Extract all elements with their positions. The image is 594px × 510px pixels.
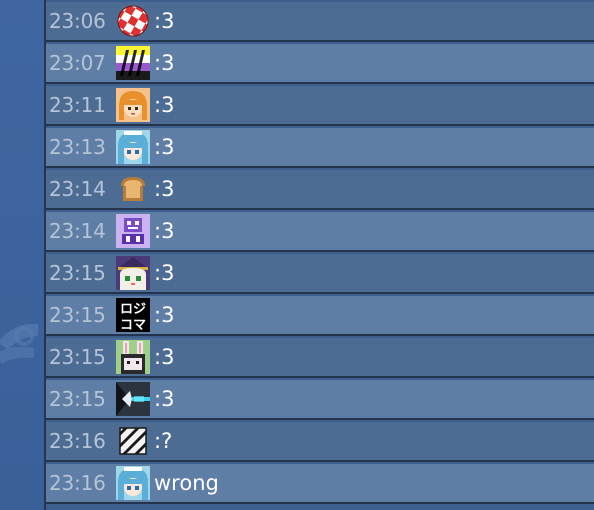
message-timestamp: 23:11 bbox=[49, 93, 106, 117]
chat-message: 23:13 :3 bbox=[46, 128, 594, 168]
chat-message: 23:15 :3 bbox=[46, 338, 594, 378]
bunny-avatar-icon[interactable] bbox=[116, 340, 150, 374]
chat-message: 23:15 :3 bbox=[46, 380, 594, 420]
message-timestamp: 23:15 bbox=[49, 387, 106, 411]
cyan-beam-avatar-icon[interactable] bbox=[116, 382, 150, 416]
kanji-line-2: コマ bbox=[120, 318, 146, 332]
message-timestamp: 23:14 bbox=[49, 219, 106, 243]
message-text: :3 bbox=[154, 261, 175, 285]
striped-flag-avatar-icon[interactable] bbox=[116, 46, 150, 80]
message-timestamp: 23:16 bbox=[49, 471, 106, 495]
message-text: :? bbox=[154, 429, 173, 453]
witch-cat-avatar-icon[interactable] bbox=[116, 256, 150, 290]
message-text: :3 bbox=[154, 135, 175, 159]
bread-avatar-icon[interactable] bbox=[116, 172, 150, 206]
blue-hair-girl-avatar-icon[interactable] bbox=[116, 466, 150, 500]
sidebar-decoration-icon bbox=[0, 323, 38, 364]
chat-message: 23:15 ロジ コマ :3 bbox=[46, 296, 594, 336]
message-timestamp: 23:15 bbox=[49, 345, 106, 369]
message-timestamp: 23:15 bbox=[49, 261, 106, 285]
message-text: :3 bbox=[154, 345, 175, 369]
message-text: :3 bbox=[154, 177, 175, 201]
message-text: :3 bbox=[154, 51, 175, 75]
message-timestamp: 23:15 bbox=[49, 303, 106, 327]
logic-kanji-avatar-icon[interactable]: ロジ コマ bbox=[116, 298, 150, 332]
chat-message: 23:15 :3 bbox=[46, 254, 594, 294]
chat-log[interactable]: 23:06:3 23:07:3 23:11:3 23:13:3 23:1… bbox=[46, 0, 594, 510]
message-text: :3 bbox=[154, 93, 175, 117]
message-text: :3 bbox=[154, 303, 175, 327]
chat-message: 23:16 wrong bbox=[46, 464, 594, 504]
message-timestamp: 23:13 bbox=[49, 135, 106, 159]
blonde-girl-avatar-icon[interactable] bbox=[116, 88, 150, 122]
purple-robot-avatar-icon[interactable] bbox=[116, 214, 150, 248]
blue-hair-girl-avatar-icon[interactable] bbox=[116, 130, 150, 164]
message-timestamp: 23:16 bbox=[49, 429, 106, 453]
message-timestamp: 23:06 bbox=[49, 9, 106, 33]
chat-message: 23:14 :3 bbox=[46, 170, 594, 210]
message-text: :3 bbox=[154, 9, 175, 33]
chat-message: 23:06:3 bbox=[46, 2, 594, 42]
chat-message: 23:07 :3 bbox=[46, 44, 594, 84]
checkered-ball-avatar-icon[interactable] bbox=[116, 4, 150, 38]
message-timestamp: 23:14 bbox=[49, 177, 106, 201]
sidebar bbox=[0, 0, 44, 510]
message-text: :3 bbox=[154, 219, 175, 243]
message-text: :3 bbox=[154, 387, 175, 411]
message-text: wrong bbox=[154, 471, 219, 495]
chat-message: 23:16 :? bbox=[46, 422, 594, 462]
chat-message: 23:14 :3 bbox=[46, 212, 594, 252]
kanji-line-1: ロジ bbox=[120, 302, 146, 317]
message-timestamp: 23:07 bbox=[49, 51, 106, 75]
diagonal-stripes-avatar-icon[interactable] bbox=[116, 424, 150, 458]
chat-message: 23:11 :3 bbox=[46, 86, 594, 126]
